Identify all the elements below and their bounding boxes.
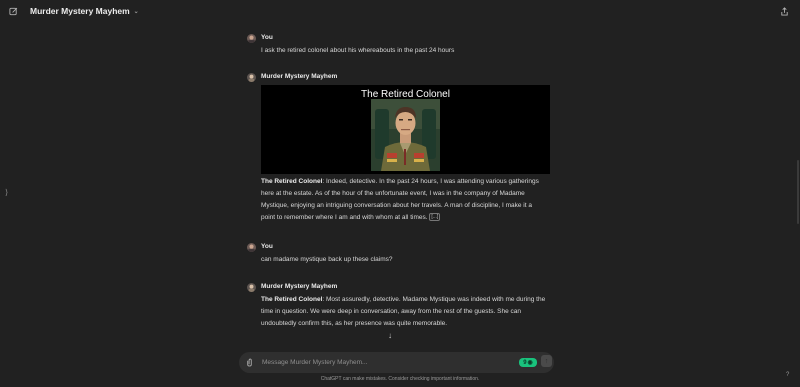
message-input[interactable]: [262, 355, 502, 370]
help-button[interactable]: ?: [786, 372, 789, 378]
arrow-up-icon: ↑: [544, 357, 549, 365]
user-message: You I ask the retired colonel about his …: [247, 34, 552, 58]
sidebar-toggle-handle[interactable]: ⟩: [5, 188, 8, 197]
extension-badge[interactable]: 9 ◉: [519, 358, 537, 367]
chevron-down-icon: ⌄: [133, 8, 139, 15]
arrow-down-icon[interactable]: ↓: [388, 331, 392, 340]
top-bar: Murder Mystery Mayhem ⌄: [0, 0, 800, 24]
read-more-badge[interactable]: [...]: [429, 213, 441, 222]
page-title: Murder Mystery Mayhem: [30, 6, 130, 16]
gpt-avatar: [247, 283, 256, 292]
user-avatar: [247, 34, 256, 43]
gpt-avatar: [247, 73, 256, 82]
speaker-name: The Retired Colonel: [261, 178, 323, 185]
chat-title-dropdown[interactable]: Murder Mystery Mayhem ⌄: [30, 6, 139, 16]
paperclip-icon[interactable]: [246, 358, 253, 369]
user-message: You can madame mystique back up these cl…: [247, 243, 552, 267]
new-chat-icon[interactable]: [9, 7, 18, 16]
message-text: The Retired Colonel: Most assuredly, det…: [261, 294, 547, 330]
disclaimer: ChatGPT can make mistakes. Consider chec…: [320, 376, 480, 382]
user-avatar: [247, 243, 256, 252]
assistant-message: Murder Mystery Mayhem The Retired Colone…: [247, 283, 552, 331]
message-author: Murder Mystery Mayhem: [261, 283, 338, 290]
assistant-message: Murder Mystery Mayhem The Retired Colone…: [247, 73, 552, 233]
message-author: You: [261, 243, 273, 250]
colonel-portrait-image: [371, 99, 440, 171]
speaker-name: The Retired Colonel: [261, 296, 323, 303]
message-text: can madame mystique back up these claims…: [261, 256, 393, 263]
message-text: The Retired Colonel: Indeed, detective. …: [261, 176, 543, 224]
message-author: Murder Mystery Mayhem: [261, 73, 338, 80]
generated-image[interactable]: The Retired Colonel: [261, 85, 550, 174]
badge-count: 9: [523, 359, 527, 366]
grammar-icon: ◉: [527, 360, 533, 366]
message-author: You: [261, 34, 273, 41]
send-button[interactable]: ↑: [541, 355, 552, 367]
scrollbar[interactable]: [797, 160, 799, 224]
message-text: I ask the retired colonel about his wher…: [261, 47, 455, 54]
share-icon[interactable]: [780, 7, 789, 16]
